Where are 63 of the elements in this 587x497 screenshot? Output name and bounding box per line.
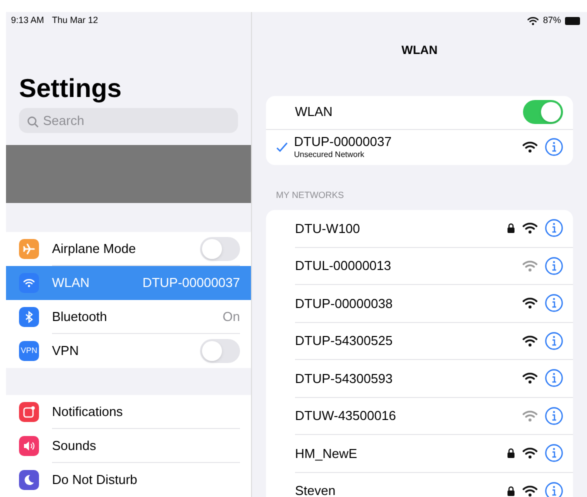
info-icon[interactable]	[545, 294, 563, 312]
info-icon[interactable]	[545, 332, 563, 350]
network-name: Steven	[295, 482, 336, 497]
toggle-switch[interactable]	[200, 236, 240, 260]
network-name: DTU-W100	[295, 220, 362, 238]
network-row[interactable]: DTUP-54300593	[295, 360, 573, 398]
settings-row[interactable]: Bluetooth On	[6, 300, 251, 334]
network-row[interactable]: DTUW-43500016	[295, 398, 573, 435]
info-icon[interactable]	[545, 406, 563, 425]
status-date: Thu Mar 12	[52, 14, 98, 27]
wifi-icon	[526, 16, 539, 26]
network-row[interactable]: DTUL-00000013	[295, 248, 573, 285]
row-label: Sounds	[52, 436, 96, 455]
settings-row[interactable]: Notifications	[6, 395, 251, 429]
airplane-icon	[23, 243, 35, 255]
row-label: Airplane Mode	[52, 240, 136, 258]
wifi-icon	[23, 278, 35, 288]
search-field[interactable]: Search	[19, 108, 238, 133]
row-value: On	[222, 308, 240, 326]
network-row[interactable]: Steven	[295, 472, 573, 497]
info-icon[interactable]	[545, 482, 563, 497]
notifications-icon	[23, 406, 35, 418]
row-label: Do Not Disturb	[52, 471, 138, 490]
network-status: Unsecured Network	[294, 150, 366, 160]
wlan-label: WLAN	[295, 103, 333, 122]
status-time: 9:13 AM	[11, 14, 44, 27]
settings-row[interactable]: VPN VPN	[6, 334, 251, 368]
section-header: MY NETWORKS	[276, 188, 345, 202]
network-name: HM_NewE	[295, 444, 358, 463]
row-value: DTUP-00000037	[142, 274, 240, 292]
page-title: Settings	[19, 72, 123, 102]
page-title: WLAN	[400, 42, 438, 58]
toggle-switch[interactable]	[523, 100, 563, 124]
settings-row[interactable]: Do Not Disturb	[6, 463, 251, 497]
row-label: Notifications	[52, 402, 123, 421]
info-icon[interactable]	[545, 138, 563, 156]
row-label: VPN	[52, 342, 79, 360]
settings-row[interactable]: Sounds	[6, 429, 251, 463]
network-name: DTUP-00000037	[294, 134, 393, 150]
network-name: DTUP-00000038	[295, 294, 394, 312]
network-row[interactable]: DTUP-00000037 Unsecured Network	[266, 130, 573, 164]
toggle-switch[interactable]	[200, 339, 240, 363]
network-name: DTUW-43500016	[295, 407, 397, 425]
network-name: DTUP-54300525	[295, 332, 394, 350]
network-name: DTUP-54300593	[295, 370, 394, 388]
info-icon[interactable]	[545, 256, 563, 275]
network-row[interactable]: DTU-W100	[295, 210, 573, 248]
icon-label: VPN	[20, 345, 38, 357]
info-icon[interactable]	[545, 219, 563, 238]
row-label: Bluetooth	[52, 308, 107, 326]
row-label: WLAN	[52, 274, 90, 292]
info-icon[interactable]	[545, 369, 563, 388]
battery-percent: 87%	[542, 14, 561, 27]
info-icon[interactable]	[545, 444, 563, 462]
battery-icon	[565, 16, 581, 25]
search-icon	[27, 116, 39, 128]
network-name: DTUL-00000013	[295, 257, 392, 275]
speaker-icon	[23, 440, 35, 452]
network-row[interactable]: HM_NewE	[295, 435, 573, 472]
bluetooth-icon	[25, 311, 33, 323]
moon-icon	[23, 474, 35, 486]
network-row[interactable]: DTUP-00000038	[295, 285, 573, 322]
network-row[interactable]: DTUP-54300525	[295, 322, 573, 360]
